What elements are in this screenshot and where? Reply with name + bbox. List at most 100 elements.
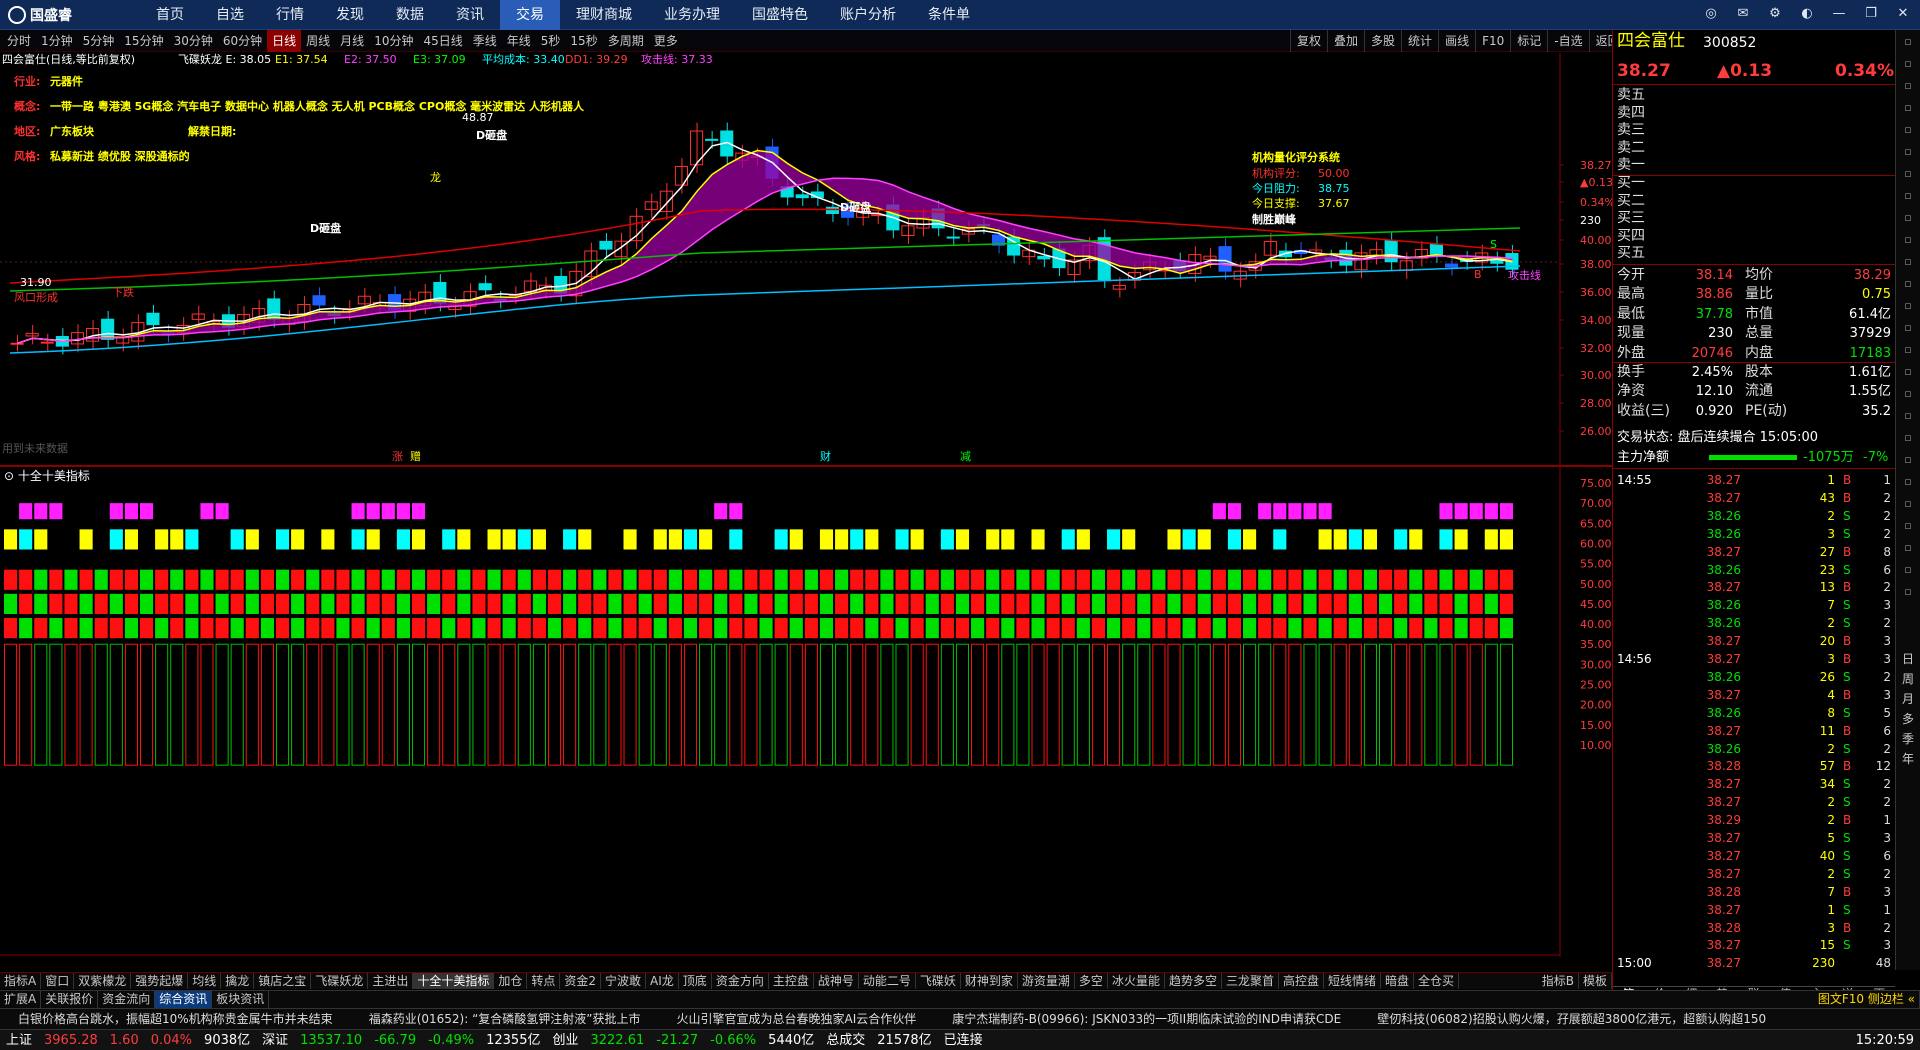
broker-logo[interactable]: 国盛睿 — [8, 5, 90, 25]
info-tab[interactable]: 板块资讯 — [212, 991, 270, 1008]
side-tool-icon[interactable]: ▫ — [1896, 450, 1920, 470]
indicator-tab[interactable]: AI龙 — [646, 973, 679, 989]
period-tab[interactable]: 年线 — [502, 30, 536, 52]
minimize-icon[interactable]: — — [1830, 5, 1848, 23]
indicator-tab[interactable]: 双紫檬龙 — [74, 973, 132, 989]
tool-button[interactable]: 标记 — [1510, 30, 1547, 52]
side-tool-icon[interactable]: ▫ — [1896, 98, 1920, 118]
indicator-tab[interactable]: 全仓买 — [1414, 973, 1460, 989]
indicator-tab[interactable]: 强势起爆 — [131, 973, 189, 989]
period-tab[interactable]: 5分钟 — [78, 30, 120, 52]
indicator-chart[interactable]: ⊙ 十全十美指标 75.00 70.00 65.00 60.00 55.00 50.00 45… — [0, 467, 1612, 957]
news-item[interactable]: 火山引擎官宣成为总台春晚独家AI云合作伙伴 — [659, 1009, 935, 1029]
side-tool-icon[interactable]: ▫ — [1896, 538, 1920, 558]
settings-icon[interactable]: ⚙ — [1766, 5, 1784, 23]
period-tab[interactable]: 5秒 — [536, 30, 566, 52]
side-tool-icon[interactable]: ▫ — [1896, 318, 1920, 338]
side-tool-icon[interactable]: ▫ — [1896, 516, 1920, 536]
side-period[interactable]: 季 — [1902, 730, 1914, 747]
tool-button[interactable]: 多股 — [1364, 30, 1401, 52]
menu-5[interactable]: 资讯 — [440, 0, 500, 30]
menu-8[interactable]: 业务办理 — [648, 0, 736, 30]
menu-1[interactable]: 自选 — [200, 0, 260, 30]
order-level[interactable]: 卖三 — [1617, 121, 1645, 140]
indicator-tab[interactable]: 冰火量能 — [1108, 973, 1165, 989]
side-tool-icon[interactable]: ▫ — [1896, 54, 1920, 74]
period-tab[interactable]: 60分钟 — [218, 30, 267, 52]
period-tab[interactable]: 日线 — [267, 30, 302, 52]
menu-9[interactable]: 国盛特色 — [736, 0, 824, 30]
info-tab[interactable]: 关联报价 — [41, 991, 99, 1008]
side-tool-icon[interactable]: ▫ — [1896, 582, 1920, 602]
side-tool-icon[interactable]: ▫ — [1896, 472, 1920, 492]
news-item[interactable]: 白银价格高台跳水，振幅超10%机构称贵金属牛市并未结束 — [0, 1009, 351, 1029]
indicator-tab[interactable]: 飞碟妖龙 — [311, 973, 369, 989]
side-tool-icon[interactable]: ▫ — [1896, 428, 1920, 448]
indicator-tab[interactable]: 资金方向 — [712, 973, 769, 989]
info-tab[interactable]: 综合资讯 — [155, 991, 213, 1008]
menu-4[interactable]: 数据 — [380, 0, 440, 30]
side-tool-icon[interactable]: ▫ — [1896, 208, 1920, 228]
indicator-tab[interactable]: 动能二号 — [859, 973, 916, 989]
tool-button[interactable]: F10 — [1475, 30, 1510, 52]
period-tab[interactable]: 分时 — [2, 30, 36, 52]
indicator-tab[interactable]: 游资量潮 — [1018, 973, 1075, 989]
menu-3[interactable]: 发现 — [320, 0, 380, 30]
side-tool-icon[interactable]: ▫ — [1896, 142, 1920, 162]
indicator-tab[interactable]: 加仓 — [494, 973, 528, 989]
news-item[interactable]: 康宁杰瑞制药-B(09966): JSKN033的一项II期临床试验的IND申请… — [934, 1009, 1359, 1029]
side-tool-icon[interactable]: ▫ — [1896, 76, 1920, 96]
event-mark[interactable]: 减 — [960, 450, 971, 463]
side-tool-icon[interactable]: ▫ — [1896, 252, 1920, 272]
indicator-tab[interactable]: 宁波敢 — [601, 973, 647, 989]
indicator-tab[interactable]: 擒龙 — [221, 973, 255, 989]
order-level[interactable]: 买四 — [1617, 227, 1645, 246]
f10-sidebar-toggle[interactable]: 图文F10 侧边栏 « — [1814, 991, 1920, 1008]
indicator-tab[interactable]: 十全十美指标 — [413, 973, 495, 989]
indicator-tab[interactable]: 暗盘 — [1381, 973, 1415, 989]
kline-chart[interactable]: 四会富仕(日线,等比前复权) 飞碟妖龙 E: 38.05 E1: 37.54 E2: … — [0, 53, 1612, 466]
period-tab[interactable]: 30分钟 — [169, 30, 218, 52]
close-icon[interactable]: ✕ — [1894, 5, 1912, 23]
period-tab[interactable]: 月线 — [335, 30, 369, 52]
message-icon[interactable]: ◎ — [1702, 5, 1720, 23]
skin-icon[interactable]: ◐ — [1798, 5, 1816, 23]
side-period[interactable]: 日 — [1902, 650, 1914, 667]
side-tool-icon[interactable]: ▫ — [1896, 230, 1920, 250]
order-level[interactable]: 买五 — [1617, 244, 1645, 263]
order-level[interactable]: 卖四 — [1617, 104, 1645, 123]
indicator-tab[interactable]: 镇店之宝 — [254, 973, 312, 989]
order-level[interactable]: 卖五 — [1617, 86, 1645, 105]
side-tool-icon[interactable]: ▫ — [1896, 296, 1920, 316]
indicator-tab[interactable]: 高控盘 — [1279, 973, 1324, 989]
news-item[interactable]: 壁仞科技(06082)招股认购火爆，孖展额超3800亿港元，超额认购超150 — [1359, 1009, 1784, 1029]
menu-6[interactable]: 交易 — [500, 0, 560, 30]
period-tab[interactable]: 10分钟 — [369, 30, 418, 52]
indicator-tab[interactable]: 三龙聚首 — [1222, 973, 1279, 989]
side-tool-icon[interactable]: ▫ — [1896, 274, 1920, 294]
indicator-tab[interactable]: 转点 — [527, 973, 561, 989]
event-mark[interactable]: 赠 — [410, 449, 421, 463]
maximize-icon[interactable]: ❐ — [1862, 5, 1880, 23]
tool-button[interactable]: -自选 — [1547, 30, 1588, 52]
indicator-tab[interactable]: 主控盘 — [769, 973, 814, 989]
indicator-tab[interactable]: 主进出 — [368, 973, 414, 989]
indicator-tab-right[interactable]: 模板 — [1579, 973, 1612, 989]
indicator-tab[interactable]: 财神到家 — [961, 973, 1018, 989]
side-tool-icon[interactable]: ▫ — [1896, 340, 1920, 360]
menu-7[interactable]: 理财商城 — [560, 0, 648, 30]
menu-0[interactable]: 首页 — [140, 0, 200, 30]
side-tool-icon[interactable]: ▫ — [1896, 384, 1920, 404]
news-item[interactable]: 福森药业(01652): “复合磷酸氢钾注射液”获批上市 — [351, 1009, 659, 1029]
period-tab[interactable]: 45日线 — [418, 30, 467, 52]
indicator-tab[interactable]: 飞碟妖 — [916, 973, 961, 989]
tool-button[interactable]: 画线 — [1438, 30, 1475, 52]
indicator-tab[interactable]: 多空 — [1075, 973, 1108, 989]
side-tool-icon[interactable]: ▫ — [1896, 164, 1920, 184]
tool-button[interactable]: 统计 — [1401, 30, 1438, 52]
side-tool-icon[interactable]: ▫ — [1896, 120, 1920, 140]
side-period[interactable]: 年 — [1902, 750, 1914, 767]
menu-2[interactable]: 行情 — [260, 0, 320, 30]
tool-button[interactable]: 叠加 — [1327, 30, 1364, 52]
indicator-tab[interactable]: 资金2 — [560, 973, 602, 989]
